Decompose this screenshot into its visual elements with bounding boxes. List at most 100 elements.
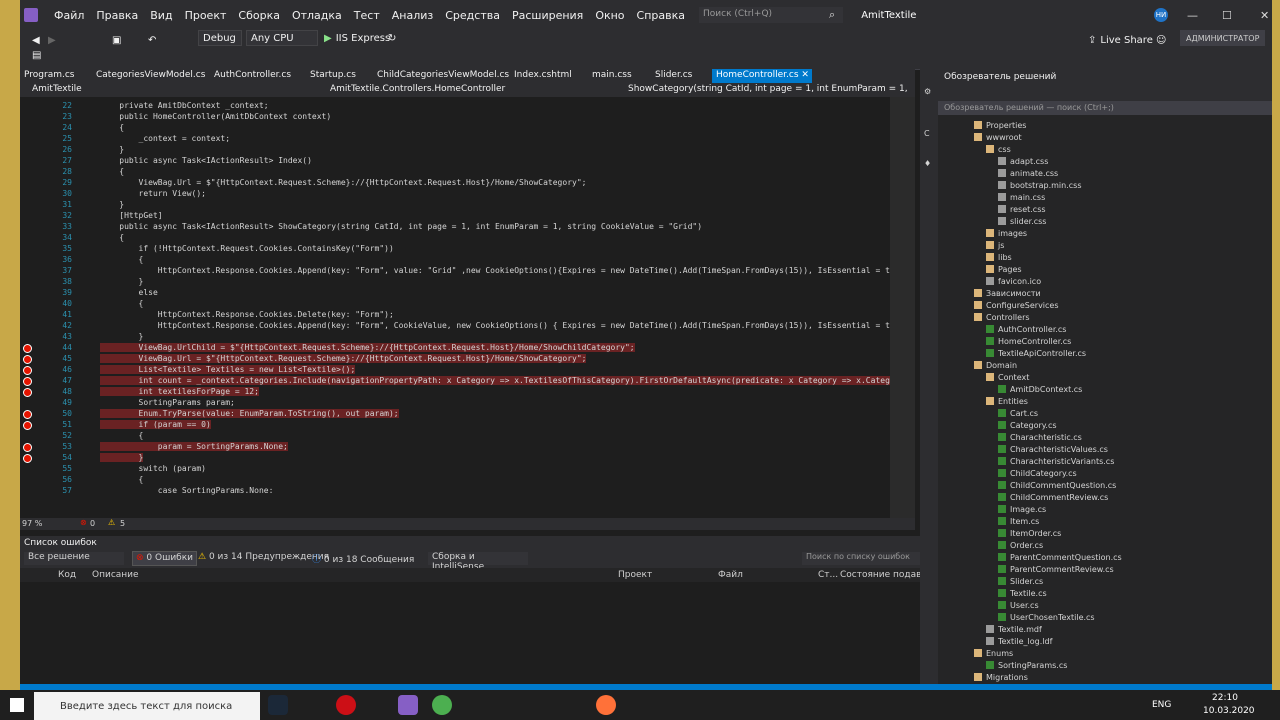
code-line[interactable]: 39 else <box>20 288 890 299</box>
maximize-icon[interactable]: ☐ <box>1222 9 1232 22</box>
tree-item[interactable]: css <box>986 143 1011 155</box>
menu-project[interactable]: Проект <box>179 9 233 22</box>
windows-start-icon[interactable] <box>10 698 24 712</box>
tab-index-cshtml[interactable]: Index.cshtml <box>514 69 572 83</box>
tree-item[interactable]: Зависимости <box>974 287 1041 299</box>
code-line[interactable]: 53 param = SortingParams.None; <box>20 442 890 453</box>
code-line[interactable]: 37 HttpContext.Response.Cookies.Append(k… <box>20 266 915 277</box>
taskbar-time[interactable]: 22:10 <box>1212 693 1238 703</box>
tree-item[interactable]: Enums <box>974 647 1013 659</box>
code-line[interactable]: 54 } <box>20 453 890 464</box>
code-line[interactable]: 43 } <box>20 332 890 343</box>
tree-item[interactable]: slider.css <box>998 215 1046 227</box>
solution-explorer-search[interactable]: Обозреватель решений — поиск (Ctrl+;) <box>938 101 1272 115</box>
editor-scrollbar[interactable] <box>890 97 915 518</box>
live-share-button[interactable]: ⇪ Live Share <box>1088 32 1153 48</box>
tree-item[interactable]: images <box>986 227 1027 239</box>
pin-icon[interactable]: ♦ <box>924 159 931 168</box>
code-line[interactable]: 51 if (param == 0) <box>20 420 890 431</box>
nav-member-select[interactable]: ShowCategory(string CatId, int page = 1,… <box>628 84 908 94</box>
tree-item[interactable]: Entities <box>986 395 1028 407</box>
code-line[interactable]: 42 HttpContext.Response.Cookies.Append(k… <box>20 321 915 332</box>
breakpoint-icon[interactable] <box>23 421 32 430</box>
menu-help[interactable]: Справка <box>631 9 691 22</box>
tree-item[interactable]: Order.cs <box>998 539 1043 551</box>
tree-item[interactable]: AuthController.cs <box>986 323 1066 335</box>
tree-item[interactable]: adapt.css <box>998 155 1048 167</box>
tree-item[interactable]: Domain <box>974 359 1017 371</box>
breakpoint-icon[interactable] <box>23 355 32 364</box>
tree-item[interactable]: animate.css <box>998 167 1058 179</box>
tree-item[interactable]: ChildCommentQuestion.cs <box>998 479 1116 491</box>
diagnostics-icon[interactable]: C <box>924 129 930 138</box>
tree-item[interactable]: Textile.cs <box>998 587 1047 599</box>
tab-auth-controller[interactable]: AuthController.cs <box>214 69 291 83</box>
menu-edit[interactable]: Правка <box>90 9 144 22</box>
taskbar-clock-lang[interactable]: ENG <box>1152 700 1171 710</box>
tree-item[interactable]: ItemOrder.cs <box>998 527 1061 539</box>
code-line[interactable]: 49 SortingParams param; <box>20 398 890 409</box>
scope-select[interactable]: Все решение <box>24 552 124 565</box>
code-line[interactable]: 56 { <box>20 475 890 486</box>
errors-filter-button[interactable]: ⊗ 0 Ошибки <box>132 551 198 566</box>
code-editor[interactable]: 22 private AmitDbContext _context; 23 pub… <box>20 97 915 518</box>
save-icon[interactable]: ▣ <box>112 32 121 48</box>
code-line[interactable]: 27 public async Task<IActionResult> Inde… <box>20 156 890 167</box>
code-line[interactable]: 30 return View(); <box>20 189 890 200</box>
code-line[interactable]: 25 _context = context; <box>20 134 890 145</box>
menu-tools[interactable]: Средства <box>439 9 506 22</box>
warning-count[interactable]: 5 <box>120 519 125 528</box>
tree-item[interactable]: Context <box>986 371 1029 383</box>
taskbar-date[interactable]: 10.03.2020 <box>1203 706 1255 716</box>
code-line[interactable]: 31 } <box>20 200 890 211</box>
tree-item[interactable]: CharachteristicVariants.cs <box>998 455 1114 467</box>
tab-main-css[interactable]: main.css <box>592 69 632 83</box>
code-line[interactable]: 36 { <box>20 255 890 266</box>
tree-item[interactable]: main.css <box>998 191 1045 203</box>
menu-build[interactable]: Сборка <box>232 9 286 22</box>
code-line[interactable]: 34 { <box>20 233 890 244</box>
error-count[interactable]: 0 <box>90 519 95 528</box>
code-line[interactable]: 22 private AmitDbContext _context; <box>20 101 890 112</box>
tree-item[interactable]: Pages <box>986 263 1022 275</box>
code-line[interactable]: 45 ViewBag.Url = $"{HttpContext.Request.… <box>20 354 890 365</box>
tree-item[interactable]: reset.css <box>998 203 1046 215</box>
tab-startup[interactable]: Startup.cs <box>310 69 356 83</box>
close-icon[interactable]: ✕ <box>1260 9 1269 22</box>
undo-icon[interactable]: ↶ <box>148 32 156 48</box>
code-line[interactable]: 55 switch (param) <box>20 464 890 475</box>
tree-item[interactable]: Migrations <box>974 671 1028 683</box>
taskbar-search-input[interactable]: Введите здесь текст для поиска <box>34 692 260 720</box>
breakpoint-icon[interactable] <box>23 454 32 463</box>
breakpoint-icon[interactable] <box>23 410 32 419</box>
minimize-icon[interactable]: — <box>1187 9 1198 22</box>
code-line[interactable]: 38 } <box>20 277 890 288</box>
menu-analyze[interactable]: Анализ <box>386 9 440 22</box>
code-line[interactable]: 26 } <box>20 145 890 156</box>
menu-window[interactable]: Окно <box>589 9 630 22</box>
tree-item[interactable]: Textile.mdf <box>986 623 1042 635</box>
code-line[interactable]: 24 { <box>20 123 890 134</box>
code-line[interactable]: 28 { <box>20 167 890 178</box>
visual-studio-icon[interactable] <box>398 695 418 715</box>
breakpoint-icon[interactable] <box>23 366 32 375</box>
tree-item[interactable]: ParentCommentReview.cs <box>998 563 1114 575</box>
error-search-input[interactable]: Поиск по списку ошибок <box>802 552 930 565</box>
tree-item[interactable]: Slider.cs <box>998 575 1043 587</box>
tab-program-cs[interactable]: Program.cs <box>24 69 74 83</box>
tab-child-categories-viewmodel[interactable]: ChildCategoriesViewModel.cs <box>377 69 509 83</box>
tab-slider-cs[interactable]: Slider.cs <box>655 69 692 83</box>
menu-file[interactable]: Файл <box>48 9 90 22</box>
breakpoint-icon[interactable] <box>23 344 32 353</box>
tree-item[interactable]: Item.cs <box>998 515 1039 527</box>
code-line[interactable]: 35 if (!HttpContext.Request.Cookies.Cont… <box>20 244 890 255</box>
col-project[interactable]: Проект <box>618 570 652 580</box>
tree-item[interactable]: TextileApiController.cs <box>986 347 1086 359</box>
code-line[interactable]: 32 [HttpGet] <box>20 211 890 222</box>
tree-item[interactable]: libs <box>986 251 1012 263</box>
steam-icon[interactable] <box>268 695 288 715</box>
code-line[interactable]: 29 ViewBag.Url = $"{HttpContext.Request.… <box>20 178 890 189</box>
tree-item[interactable]: ConfigureServices <box>974 299 1059 311</box>
build-filter-select[interactable]: Сборка и IntelliSense <box>428 552 528 572</box>
tree-item[interactable]: HomeController.cs <box>986 335 1071 347</box>
